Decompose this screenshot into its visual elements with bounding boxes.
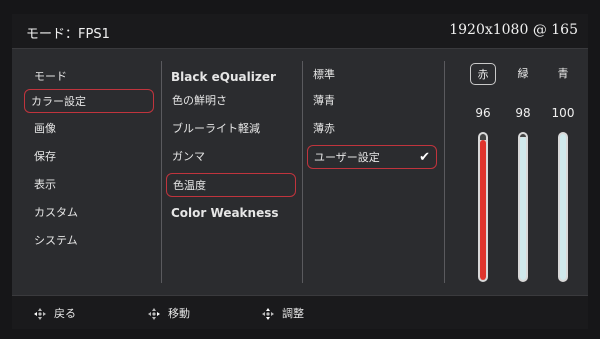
- footer-adjust-label: 調整: [282, 307, 304, 320]
- menu-item-black-equalizer[interactable]: Black eQualizer: [170, 65, 295, 89]
- checkmark-icon: ✔: [419, 150, 430, 165]
- red-value: 96: [475, 106, 491, 120]
- menu-item-color-weakness[interactable]: Color Weakness: [170, 201, 295, 225]
- rgb-tab-green[interactable]: 緑: [510, 63, 536, 85]
- red-slider-fill: [480, 139, 486, 280]
- option-user-define-label: ユーザー設定: [314, 151, 380, 164]
- joystick-icon: [148, 308, 160, 320]
- menu-item-image[interactable]: 画像: [28, 117, 154, 141]
- rgb-tab-blue[interactable]: 青: [550, 63, 576, 85]
- green-slider[interactable]: [518, 132, 528, 282]
- footer-back: 戻る: [34, 305, 76, 321]
- blue-slider[interactable]: [558, 132, 568, 282]
- menu-item-system[interactable]: システム: [28, 229, 154, 253]
- menu-item-color-settings[interactable]: カラー設定: [24, 89, 154, 113]
- column-divider: [444, 61, 445, 283]
- menu-item-color-temperature[interactable]: 色温度: [166, 173, 296, 197]
- footer-adjust: 調整: [262, 305, 304, 321]
- column-divider: [302, 61, 303, 283]
- color-temperature-menu: 標準 薄青 薄赤 ユーザー設定 ✔: [307, 49, 441, 294]
- footer-move-label: 移動: [168, 307, 190, 320]
- color-settings-menu: Black eQualizer 色の鮮明さ ブルーライト軽減 ガンマ 色温度 C…: [166, 49, 300, 294]
- menu-item-color-vibrance[interactable]: 色の鮮明さ: [170, 89, 296, 113]
- option-reddish[interactable]: 薄赤: [311, 117, 437, 141]
- osd-footer: 戻る 移動 調整: [12, 295, 588, 329]
- column-divider: [161, 61, 162, 283]
- menu-item-gamma[interactable]: ガンマ: [170, 145, 296, 169]
- resolution-label: 1920x1080 @ 165: [449, 22, 578, 38]
- menu-item-low-blue-light[interactable]: ブルーライト軽減: [170, 117, 296, 141]
- menu-item-save[interactable]: 保存: [28, 145, 154, 169]
- menu-item-display[interactable]: 表示: [28, 173, 154, 197]
- rgb-tab-red[interactable]: 赤: [470, 63, 496, 85]
- green-value: 98: [515, 106, 531, 120]
- joystick-icon: [262, 308, 274, 320]
- osd-header: モード：FPS1 1920x1080 @ 165: [12, 14, 588, 49]
- joystick-icon: [34, 308, 46, 320]
- red-slider[interactable]: [478, 132, 488, 282]
- main-menu: モード カラー設定 画像 保存 表示 カスタム システム: [24, 49, 156, 294]
- rgb-adjust-panel: 赤 緑 青 96 98 100: [448, 49, 588, 294]
- green-slider-fill: [520, 136, 526, 280]
- option-bluish[interactable]: 薄青: [311, 89, 437, 113]
- menu-item-custom[interactable]: カスタム: [28, 201, 154, 225]
- blue-slider-fill: [560, 134, 566, 280]
- option-standard[interactable]: 標準: [311, 63, 437, 87]
- osd-body: モード カラー設定 画像 保存 表示 カスタム システム Black eQual…: [12, 49, 588, 294]
- mode-label: モード：FPS1: [26, 27, 110, 42]
- footer-back-label: 戻る: [54, 307, 76, 320]
- red-slider-empty: [480, 134, 486, 140]
- option-user-define[interactable]: ユーザー設定 ✔: [307, 145, 437, 169]
- monitor-screen: モード：FPS1 1920x1080 @ 165 モード カラー設定 画像 保存…: [0, 0, 600, 339]
- footer-move: 移動: [148, 305, 190, 321]
- blue-value: 100: [551, 106, 575, 120]
- osd-panel: モード：FPS1 1920x1080 @ 165 モード カラー設定 画像 保存…: [12, 14, 588, 329]
- menu-item-mode[interactable]: モード: [28, 65, 154, 89]
